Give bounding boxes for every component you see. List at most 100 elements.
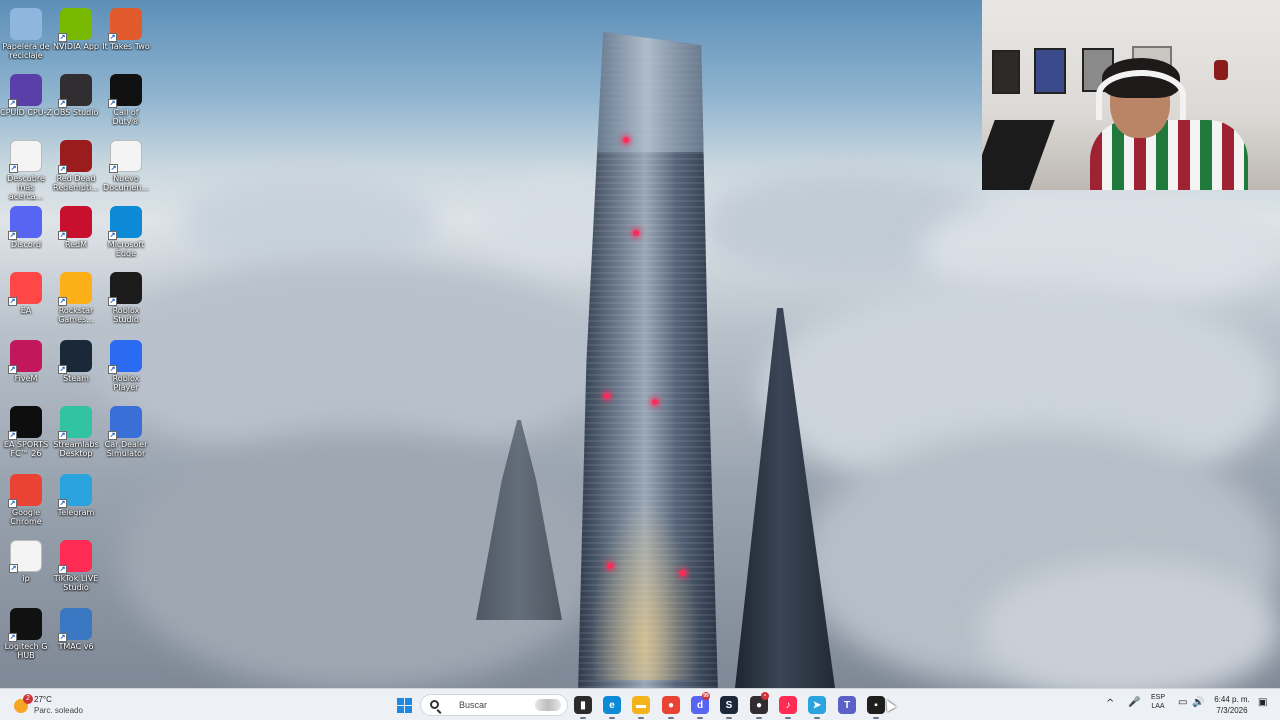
keyboard-layout: LAA (1151, 703, 1165, 710)
search-placeholder: Buscar (459, 700, 488, 710)
volume-icon[interactable]: 🔊 (1192, 697, 1204, 708)
shortcut-arrow-icon: ↗ (108, 33, 117, 42)
discord-button[interactable]: d 99 (691, 692, 710, 714)
shortcut-arrow-icon: ↗ (58, 231, 67, 240)
telegram-button[interactable]: ➤ (808, 696, 826, 714)
roblox-studio-icon: ↗ (108, 272, 142, 306)
desktop-icon-label: Nuevo Documen... (103, 174, 149, 192)
running-indicator (638, 717, 644, 719)
shortcut-arrow-icon: ↗ (9, 164, 18, 173)
running-indicator (726, 717, 732, 719)
search-icon (430, 700, 439, 709)
chrome-button[interactable]: ● (662, 696, 680, 714)
desktop-icon-tiktok[interactable]: ↗ TikTok LIVE Studio (50, 536, 102, 600)
streamer-shirt (1090, 120, 1248, 190)
desktop-icon-steam[interactable]: ↗ Steam (50, 336, 102, 400)
shortcut-arrow-icon: ↗ (108, 297, 117, 306)
taskview-button[interactable]: ▮ (574, 696, 592, 714)
chrome-icon: ● (667, 699, 675, 711)
desktop-icon-document[interactable]: ↗ Descubre más acerca... (0, 136, 52, 201)
logitech-icon: ↗ (8, 608, 42, 642)
file-explorer-button[interactable]: ▬ (632, 696, 650, 714)
desktop-icon-redm[interactable]: ↗ RedM (50, 202, 102, 266)
windows-start-icon (396, 697, 412, 713)
desktop-icon-label: EA (20, 306, 32, 315)
terminal-button[interactable]: ▪ (867, 696, 885, 714)
tmac-icon: ↗ (58, 608, 92, 642)
steam-icon: ↗ (58, 340, 92, 374)
desktop-icon-edge[interactable]: ↗ Microsoft Edge (100, 202, 152, 266)
notification-center-icon[interactable]: ▣ (1258, 697, 1267, 708)
obs-button[interactable]: ● • (750, 692, 769, 714)
language-indicator[interactable]: ESP LAA (1148, 694, 1168, 710)
start-button[interactable] (395, 696, 413, 714)
desktop-icon-label: Rockstar Games... (58, 306, 94, 324)
weather-widget[interactable]: 2 27°C Parc. soleado (12, 693, 102, 717)
teams-icon: T (843, 699, 851, 711)
network-icon[interactable]: ▭ (1178, 697, 1187, 708)
weather-badge: 2 (23, 694, 33, 704)
desktop-icon-discord[interactable]: ↗ Discord (0, 202, 52, 266)
redm-icon: ↗ (58, 206, 92, 240)
desktop-icon-car-dealer[interactable]: ↗ Car Dealer Simulator (100, 402, 152, 466)
shortcut-arrow-icon: ↗ (8, 297, 17, 306)
discord-icon: d (696, 699, 704, 711)
tiktok-icon: ↗ (58, 540, 92, 574)
desktop-icon-label: NVIDIA App (53, 42, 99, 51)
desktop-icon-fivem[interactable]: ↗ FiveM (0, 336, 52, 400)
desktop-icon-tmac[interactable]: ↗ TMAC v6 (50, 604, 102, 668)
desktop-icon-streamlabs[interactable]: ↗ Streamlabs Desktop (50, 402, 102, 466)
discord-icon: ↗ (8, 206, 42, 240)
desktop-icon-text-file[interactable]: ↗ Nuevo Documen... (100, 136, 152, 200)
desktop-icon-label: It Takes Two (102, 42, 150, 51)
desktop-icon-ea[interactable]: ↗ EA (0, 268, 52, 332)
shortcut-arrow-icon: ↗ (58, 499, 67, 508)
desktop-icon-roblox-player[interactable]: ↗ Roblox Player (100, 336, 152, 400)
desktop-icon-label: Roblox Player (112, 374, 140, 392)
cpuz-icon: ↗ (8, 74, 42, 108)
call-of-duty-icon: ↗ (108, 74, 142, 108)
desktop-icon-ea-fc[interactable]: ↗ EA SPORTS FC™ 26 (0, 402, 52, 466)
shortcut-arrow-icon: ↗ (108, 431, 117, 440)
desktop-icon-label: Descubre más acerca... (7, 174, 45, 201)
desktop-icon-chrome[interactable]: ↗ Google Chrome (0, 470, 52, 534)
shortcut-arrow-icon: ↗ (58, 297, 67, 306)
desktop-icon-label: Microsoft Edge (107, 240, 145, 258)
edge-button[interactable]: e (603, 696, 621, 714)
desktop-icon-cpuz[interactable]: ↗ CPUID CPU-Z (0, 70, 52, 134)
search-input[interactable]: Buscar (420, 694, 568, 716)
telegram-icon: ↗ (58, 474, 92, 508)
shortcut-arrow-icon: ↗ (58, 99, 67, 108)
chrome-icon: ↗ (8, 474, 42, 508)
desktop-icon-roblox-studio[interactable]: ↗ Roblox Studio (100, 268, 152, 332)
desktop-icon-obs[interactable]: ↗ OBS Studio (50, 70, 102, 134)
desktop-icon-nvidia[interactable]: ↗ NVIDIA App (50, 4, 102, 68)
weather-condition: Parc. soleado (34, 706, 83, 715)
tiktok-button[interactable]: ♪ (779, 696, 797, 714)
desktop-icon-it-takes-two[interactable]: ↗ It Takes Two (100, 4, 152, 68)
shortcut-arrow-icon: ↗ (58, 365, 67, 374)
show-hidden-icons-chevron[interactable]: ^ (1106, 698, 1114, 709)
desktop-icon-telegram[interactable]: ↗ Telegram (50, 470, 102, 534)
ea-fc-icon: ↗ (8, 406, 42, 440)
microphone-icon[interactable]: 🎤 (1128, 697, 1140, 708)
clock-date: 7/3/2026 (1216, 706, 1248, 715)
desktop-icon-recycle-bin[interactable]: Papelera de reciclaje (0, 4, 52, 68)
desktop-icon-text-file[interactable]: ↗ ip (0, 536, 52, 600)
teams-button[interactable]: T (838, 696, 856, 714)
desktop-icon-label: Steam (63, 374, 89, 383)
running-indicator (785, 717, 791, 719)
running-indicator (668, 717, 674, 719)
weather-temperature: 27°C (34, 695, 52, 704)
desktop-icon-call-of-duty[interactable]: ↗ Call of Duty® (100, 70, 152, 134)
desktop-icon-rockstar[interactable]: ↗ Rockstar Games... (50, 268, 102, 332)
running-indicator (814, 717, 820, 719)
desktop-icon-red-dead[interactable]: ↗ Red Dead Redempti... (50, 136, 102, 200)
steam-button[interactable]: S (720, 696, 738, 714)
running-indicator (756, 717, 762, 719)
edge-icon: ↗ (108, 206, 142, 240)
notification-badge: • (761, 692, 769, 700)
clock[interactable]: 6:44 p. m. 7/3/2026 (1206, 694, 1258, 716)
desktop-icon-logitech[interactable]: ↗ Logitech G HUB (0, 604, 52, 668)
search-highlight-icon (535, 699, 561, 711)
